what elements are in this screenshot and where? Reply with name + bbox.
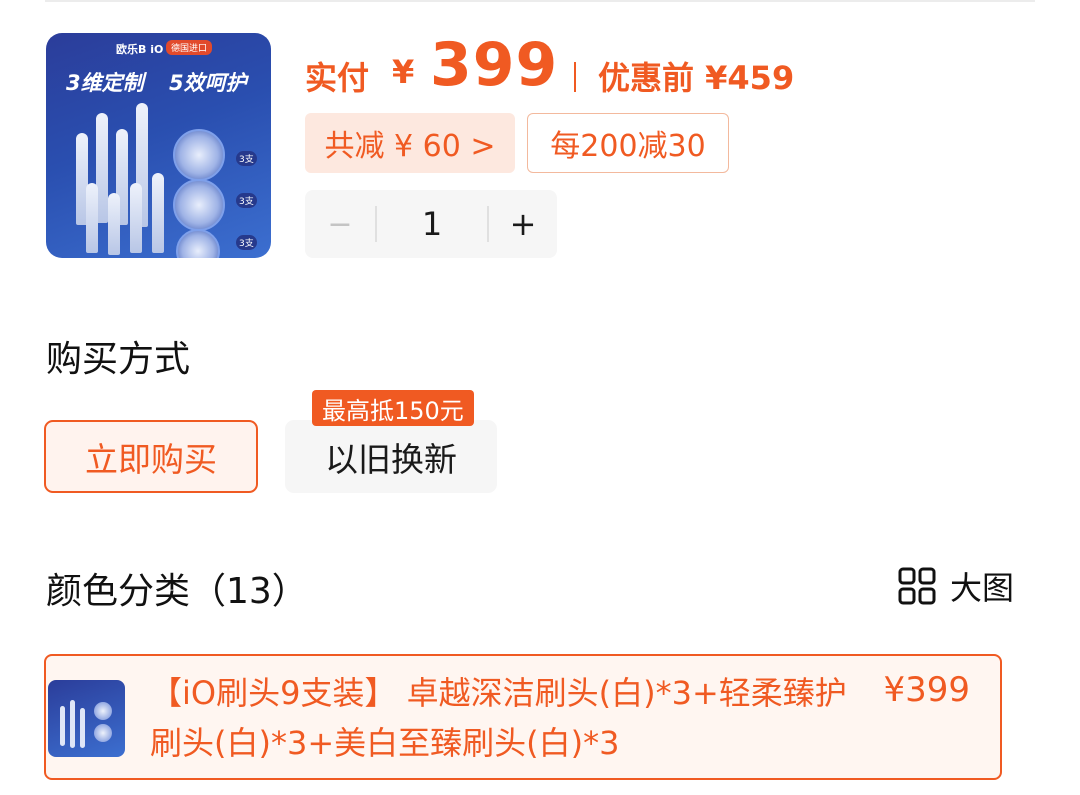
quantity-stepper: − 1 + — [305, 190, 557, 258]
brush-head-image — [130, 183, 142, 253]
product-image[interactable]: 欧乐B iO 德国进口 3维定制 5效呵护 3支 3支 3支 — [46, 33, 271, 258]
quantity-input[interactable]: 1 — [377, 190, 487, 258]
brush-head-image — [60, 706, 65, 746]
color-category-title: 颜色分类（13） — [46, 571, 308, 612]
thumb-brand: 欧乐B iO — [116, 43, 164, 56]
big-view-toggle[interactable]: 大图 — [898, 563, 1014, 609]
brush-head-image — [80, 708, 85, 748]
brush-disc-image — [94, 724, 112, 742]
brush-disc-image — [173, 129, 225, 181]
top-divider — [45, 0, 1035, 2]
brush-disc-image — [176, 229, 220, 258]
thumb-qty-label: 3支 — [236, 193, 257, 208]
price-value: 399 — [430, 30, 559, 100]
coupon-chip[interactable]: 每200减30 — [527, 113, 729, 173]
brush-disc-image — [173, 179, 225, 231]
brush-head-image — [152, 173, 164, 253]
price-currency: ¥ — [392, 53, 415, 91]
brush-head-image — [108, 193, 120, 255]
variant-thumbnail — [48, 680, 125, 757]
thumb-tag: 德国进口 — [166, 40, 213, 55]
thumb-headline-left: 3维定制 — [66, 71, 144, 95]
trade-in-option[interactable]: 以旧换新 — [285, 420, 497, 493]
buy-now-option[interactable]: 立即购买 — [44, 420, 258, 493]
variant-option-selected[interactable]: 【iO刷头9支装】 卓越深洁刷头(白)*3+轻柔臻护刷头(白)*3+美白至臻刷头… — [44, 654, 1002, 780]
variant-title: 【iO刷头9支装】 卓越深洁刷头(白)*3+轻柔臻护刷头(白)*3+美白至臻刷头… — [150, 674, 847, 762]
purchase-method-title: 购买方式 — [46, 339, 191, 380]
thumb-qty-label: 3支 — [236, 151, 257, 166]
total-discount-chip[interactable]: 共减 ¥ 60 > — [305, 113, 515, 173]
price-divider — [574, 62, 576, 92]
original-price: 优惠前 ¥459 — [598, 59, 795, 97]
brush-head-image — [70, 700, 75, 748]
thumb-qty-label: 3支 — [236, 235, 257, 250]
trade-in-badge: 最高抵150元 — [312, 390, 474, 426]
brush-head-image — [86, 183, 98, 253]
variant-price: ¥399 — [883, 670, 970, 710]
brush-disc-image — [94, 702, 112, 720]
price-label: 实付 — [305, 59, 370, 97]
thumb-headline-right: 5效呵护 — [169, 71, 247, 95]
increase-button[interactable]: + — [489, 190, 557, 258]
big-view-label: 大图 — [950, 569, 1015, 607]
grid-icon — [898, 567, 936, 605]
decrease-button[interactable]: − — [305, 190, 375, 258]
